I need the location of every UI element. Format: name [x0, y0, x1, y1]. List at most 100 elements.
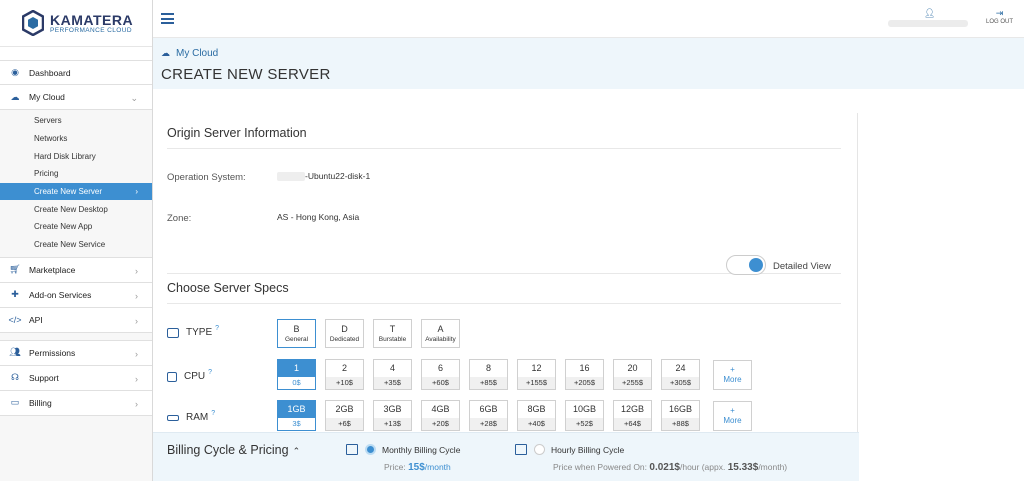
- cpu-option-value: 12: [531, 363, 542, 373]
- zone-label: Zone:: [167, 213, 192, 224]
- ram-option-value: 1GB: [278, 401, 315, 418]
- hourly-calendar-icon: [515, 444, 527, 455]
- help-icon[interactable]: ?: [211, 410, 215, 417]
- sidebar: KAMATERA PERFORMANCE CLOUD ◉ Dashboard ☁…: [0, 0, 153, 481]
- ram-option[interactable]: 3GB +13$: [373, 400, 412, 431]
- cpu-option-price: +255$: [614, 377, 651, 389]
- ram-option-price: +13$: [374, 418, 411, 430]
- breadcrumb-label: My Cloud: [176, 48, 219, 59]
- sidebar-item-permissions[interactable]: 👥︎ Permissions ›: [0, 340, 152, 366]
- brand-logo[interactable]: KAMATERA PERFORMANCE CLOUD: [0, 0, 152, 47]
- ram-option-price: +88$: [662, 418, 699, 430]
- chevron-right-icon: ›: [135, 290, 138, 301]
- cpu-option[interactable]: 2 +10$: [325, 359, 364, 390]
- sidebar-item-api[interactable]: </> API ›: [0, 307, 152, 333]
- users-icon: 👥︎: [9, 347, 21, 357]
- help-icon[interactable]: ?: [215, 325, 219, 332]
- cpu-option[interactable]: 8 +85$: [469, 359, 508, 390]
- sidebar-item-dashboard[interactable]: ◉ Dashboard: [0, 60, 152, 85]
- cpu-option-value: 2: [341, 363, 347, 373]
- cpu-option[interactable]: 6 +60$: [421, 359, 460, 390]
- billing-title[interactable]: Billing Cycle & Pricing ⌃: [167, 443, 300, 457]
- page-header: ☁ My Cloud CREATE NEW SERVER: [153, 38, 1024, 89]
- puzzle-icon: ✚: [11, 289, 19, 299]
- hourly-radio[interactable]: [534, 444, 545, 455]
- ram-option[interactable]: 1GB 3$: [277, 400, 316, 431]
- ram-option-value: 10GB: [572, 404, 596, 414]
- sidebar-item-add-on-services[interactable]: ✚ Add-on Services ›: [0, 282, 152, 308]
- detailed-view-label: Detailed View: [773, 261, 831, 272]
- ram-option[interactable]: 12GB +64$: [613, 400, 652, 431]
- help-icon[interactable]: ?: [208, 369, 212, 376]
- type-code: T: [389, 324, 396, 334]
- ram-option[interactable]: 6GB +28$: [469, 400, 508, 431]
- sidebar-subitem-networks[interactable]: Networks: [0, 130, 152, 148]
- monthly-radio[interactable]: [365, 444, 376, 455]
- type-code: D: [341, 324, 348, 334]
- sidebar-item-support[interactable]: ☊ Support ›: [0, 365, 152, 391]
- type-code: A: [437, 324, 444, 334]
- cpu-option-price: +155$: [518, 377, 555, 389]
- headset-icon: ☊: [11, 372, 19, 382]
- ram-option[interactable]: 10GB +52$: [565, 400, 604, 431]
- sidebar-subitem-hard-disk-library[interactable]: Hard Disk Library: [0, 147, 152, 165]
- type-option-t[interactable]: T Burstable: [373, 319, 412, 348]
- redacted-text: [277, 172, 305, 182]
- ram-option-value: 3GB: [383, 404, 402, 414]
- my-cloud-submenu: Servers Networks Hard Disk Library Prici…: [0, 110, 152, 258]
- sidebar-item-my-cloud[interactable]: ☁ My Cloud ⌄: [0, 85, 152, 110]
- hamburger-menu-icon[interactable]: [161, 13, 174, 27]
- cloud-icon: ☁: [161, 48, 170, 58]
- type-option-b[interactable]: B General: [277, 319, 316, 348]
- cpu-option[interactable]: 1 0$: [277, 359, 316, 390]
- sidebar-subitem-create-new-service[interactable]: Create New Service: [0, 236, 152, 254]
- sidebar-item-label: Support: [29, 372, 59, 383]
- hourly-billing-option[interactable]: Hourly Billing Cycle: [515, 444, 624, 455]
- cpu-option[interactable]: 20 +255$: [613, 359, 652, 390]
- ram-option[interactable]: 4GB +20$: [421, 400, 460, 431]
- sidebar-item-billing[interactable]: ▭ Billing ›: [0, 390, 152, 416]
- more-label: More: [723, 416, 742, 425]
- sidebar-item-label: Billing: [29, 397, 52, 408]
- cpu-option-price: +35$: [374, 377, 411, 389]
- more-plus: +: [730, 365, 735, 374]
- more-plus: +: [730, 406, 735, 415]
- sidebar-subitem-create-new-desktop[interactable]: Create New Desktop: [0, 200, 152, 218]
- ram-option[interactable]: 2GB +6$: [325, 400, 364, 431]
- chevron-right-icon: ›: [135, 187, 138, 197]
- sidebar-subitem-create-new-server[interactable]: Create New Server ›: [0, 182, 152, 201]
- sidebar-subitem-create-new-app[interactable]: Create New App: [0, 218, 152, 236]
- calendar-icon: [346, 444, 358, 455]
- kamatera-logo-icon: [22, 10, 44, 36]
- cpu-option[interactable]: 24 +305$: [661, 359, 700, 390]
- type-label: TYPE?: [167, 325, 219, 338]
- sidebar-item-marketplace[interactable]: 🛒︎ Marketplace ›: [0, 257, 152, 283]
- more-label: More: [723, 375, 742, 384]
- cpu-option-price: +60$: [422, 377, 459, 389]
- monthly-billing-option[interactable]: Monthly Billing Cycle: [346, 444, 460, 455]
- ram-option-value: 6GB: [479, 404, 498, 414]
- os-value: -Ubuntu22-disk-1: [277, 171, 370, 182]
- ram-option[interactable]: 16GB +88$: [661, 400, 700, 431]
- cpu-option[interactable]: 16 +205$: [565, 359, 604, 390]
- sidebar-subitem-servers[interactable]: Servers: [0, 112, 152, 130]
- type-option-a[interactable]: A Availability: [421, 319, 460, 348]
- logout-button[interactable]: ⇥ LOG OUT: [986, 8, 1013, 25]
- breadcrumb[interactable]: ☁ My Cloud: [161, 48, 218, 59]
- type-description: Availability: [425, 336, 456, 343]
- sidebar-subitem-pricing[interactable]: Pricing: [0, 165, 152, 183]
- cpu-option[interactable]: 12 +155$: [517, 359, 556, 390]
- ram-option-price: +40$: [518, 418, 555, 430]
- brand-tagline: PERFORMANCE CLOUD: [50, 26, 132, 34]
- type-option-d[interactable]: D Dedicated: [325, 319, 364, 348]
- hourly-label: Hourly Billing Cycle: [551, 444, 625, 455]
- ram-more-button[interactable]: + More: [713, 401, 752, 431]
- ram-option[interactable]: 8GB +40$: [517, 400, 556, 431]
- detailed-view-toggle[interactable]: [726, 255, 766, 275]
- cpu-option[interactable]: 4 +35$: [373, 359, 412, 390]
- cpu-more-button[interactable]: + More: [713, 360, 752, 390]
- logout-icon: ⇥: [995, 8, 1004, 18]
- chevron-up-icon: ⌃: [292, 446, 301, 456]
- user-icon[interactable]: 👤︎: [924, 8, 935, 19]
- zone-value: AS - Hong Kong, Asia: [277, 212, 360, 222]
